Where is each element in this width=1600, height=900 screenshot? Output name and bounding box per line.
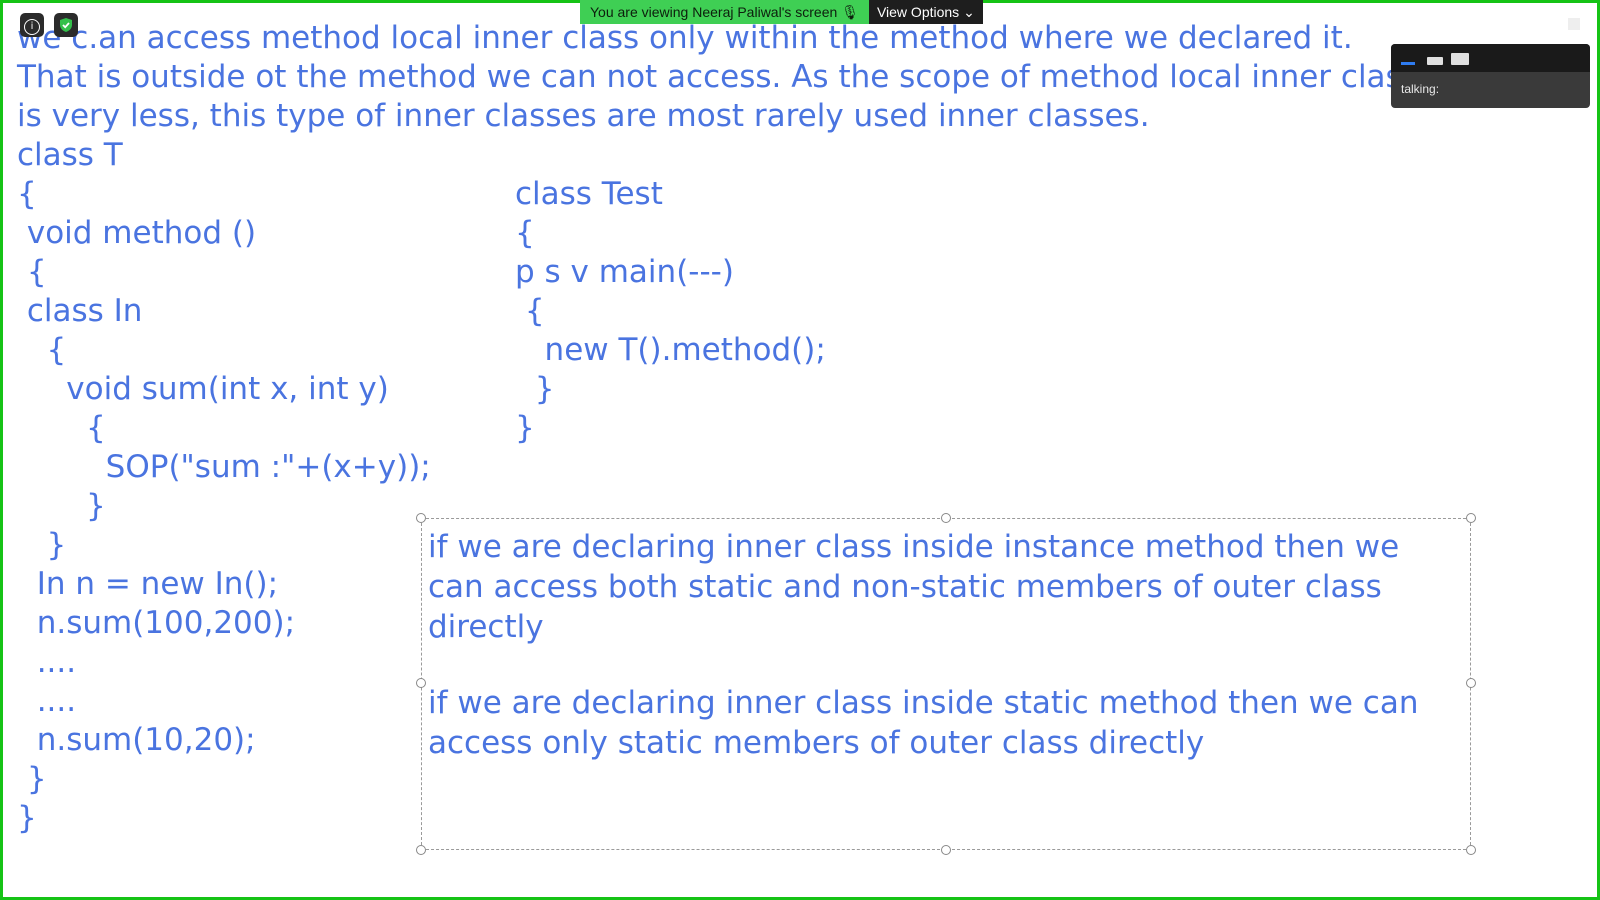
floating-video-panel[interactable]: talking: xyxy=(1391,44,1590,108)
code-line: { xyxy=(17,410,106,446)
code-line: SOP("sum :"+(x+y)); xyxy=(17,449,431,485)
note-paragraph: if we are declaring inner class inside s… xyxy=(428,685,1419,761)
intro-line: is very less, this type of inner classes… xyxy=(17,98,1150,134)
code-line: n.sum(10,20); xyxy=(17,722,256,758)
viewing-screen-message: You are viewing Neeraj Paliwal's screen … xyxy=(580,0,869,24)
resize-handle[interactable] xyxy=(1466,678,1476,688)
panel-toolbar xyxy=(1391,44,1590,72)
resize-handle[interactable] xyxy=(1466,513,1476,523)
share-banner: You are viewing Neeraj Paliwal's screen … xyxy=(580,0,983,24)
code-line: } xyxy=(17,488,106,524)
intro-line: we c.an access method local inner class … xyxy=(17,20,1353,56)
code-line: { xyxy=(17,176,37,212)
code-line: n.sum(100,200); xyxy=(17,605,296,641)
resize-handle[interactable] xyxy=(416,845,426,855)
view-options-button[interactable]: View Options ⌄ xyxy=(868,0,983,24)
restore-icon[interactable] xyxy=(1427,57,1443,65)
resize-handle[interactable] xyxy=(416,678,426,688)
resize-handle[interactable] xyxy=(1466,845,1476,855)
code-line: } xyxy=(515,410,535,446)
maximize-icon[interactable] xyxy=(1451,53,1469,65)
code-line: } xyxy=(17,761,47,797)
code-line: } xyxy=(17,800,37,836)
code-line: p s v main(---) xyxy=(515,254,734,290)
resize-handle[interactable] xyxy=(941,845,951,855)
talking-label: talking: xyxy=(1401,82,1440,96)
note-textbox[interactable]: if we are declaring inner class inside i… xyxy=(416,513,1476,855)
note-paragraph: if we are declaring inner class inside i… xyxy=(428,529,1400,645)
intro-line: That is outside ot the method we can not… xyxy=(17,59,1454,95)
code-line: class Test xyxy=(515,176,663,212)
code-line: { xyxy=(17,254,47,290)
info-icon[interactable]: i xyxy=(20,13,44,37)
resize-handle[interactable] xyxy=(416,513,426,523)
fullscreen-corner-icon[interactable] xyxy=(1568,18,1580,30)
code-line: class T xyxy=(17,137,123,173)
code-line: { xyxy=(17,332,67,368)
minimize-icon[interactable] xyxy=(1401,62,1415,65)
code-line: void sum(int x, int y) xyxy=(17,371,389,407)
code-line: .... xyxy=(17,644,77,680)
resize-handle[interactable] xyxy=(941,513,951,523)
code-line: } xyxy=(17,527,67,563)
code-line: In n = new In(); xyxy=(17,566,279,602)
code-line: { xyxy=(515,215,535,251)
code-line: void method () xyxy=(17,215,257,251)
shield-icon[interactable] xyxy=(54,13,78,37)
code-line: class In xyxy=(17,293,143,329)
code-line: { xyxy=(515,293,545,329)
code-line: .... xyxy=(17,683,77,719)
code-line: new T().method(); xyxy=(515,332,826,368)
code-line: } xyxy=(515,371,555,407)
